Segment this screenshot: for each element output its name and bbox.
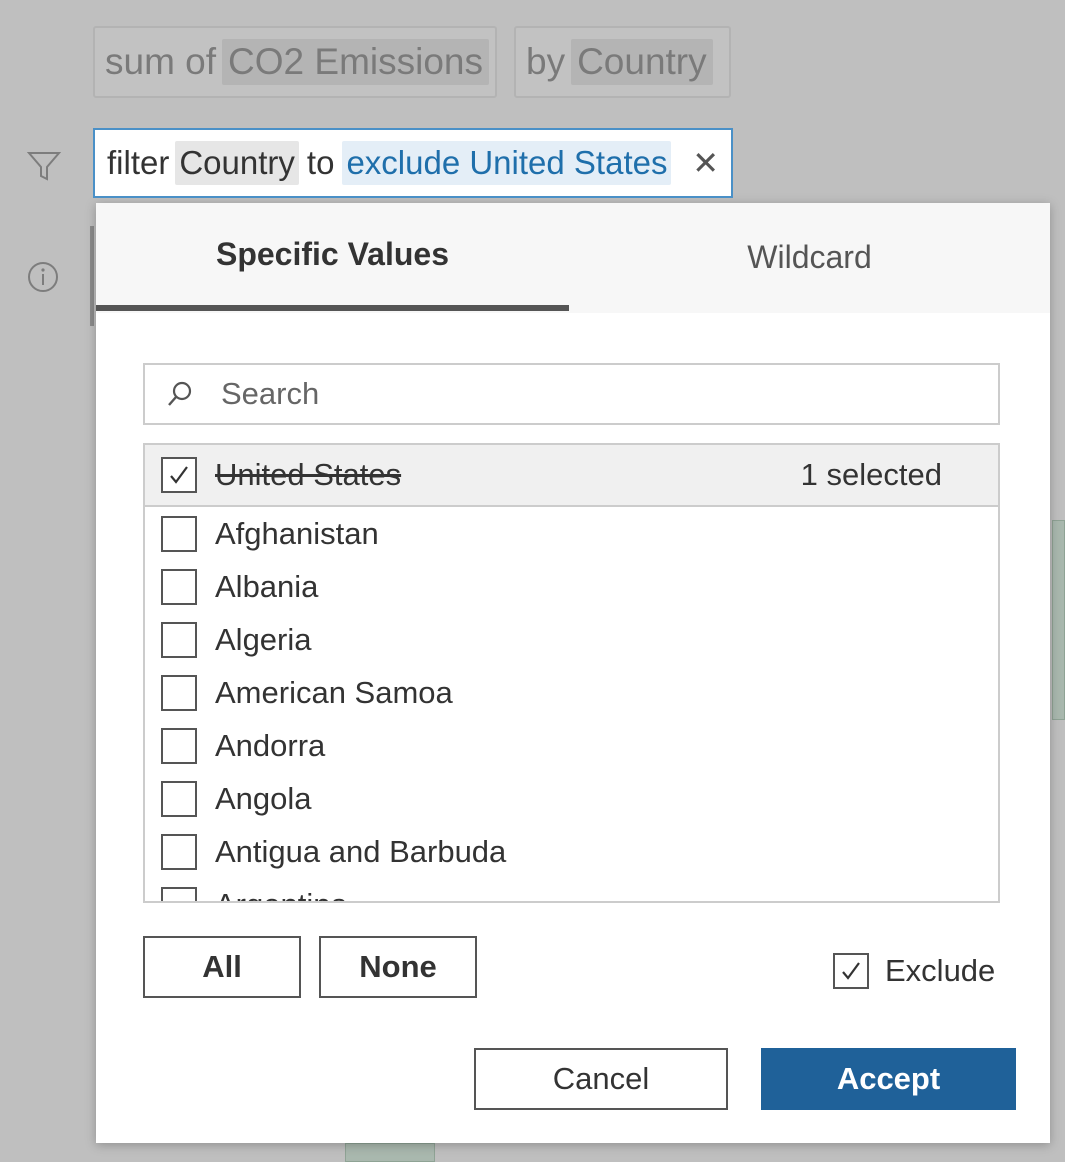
checkmark-icon bbox=[170, 466, 188, 484]
item-checkbox[interactable] bbox=[161, 674, 197, 711]
list-item-label: Afghanistan bbox=[215, 515, 379, 551]
filter-dialog: Specific Values Wildcard United States 1… bbox=[96, 203, 1050, 1143]
list-item-label: Algeria bbox=[215, 621, 312, 657]
item-checkbox[interactable] bbox=[161, 833, 197, 870]
map-fragment bbox=[1052, 520, 1065, 720]
list-item[interactable]: Argentina bbox=[145, 878, 998, 902]
pill-prefix: by bbox=[526, 41, 566, 82]
select-all-button[interactable]: All bbox=[143, 936, 301, 998]
list-item-label: Antigua and Barbuda bbox=[215, 833, 507, 869]
item-checkbox[interactable] bbox=[161, 727, 197, 764]
list-item[interactable]: Antigua and Barbuda bbox=[145, 825, 998, 878]
filter-expression-field[interactable]: filter Country to exclude United States … bbox=[93, 128, 733, 198]
selected-count: 1 selected bbox=[800, 457, 942, 492]
list-item[interactable]: Andorra bbox=[145, 719, 998, 772]
map-fragment bbox=[345, 1143, 435, 1162]
item-checkbox[interactable] bbox=[161, 568, 197, 605]
list-item-label: Angola bbox=[215, 780, 312, 816]
list-item-label: Argentina bbox=[215, 887, 348, 902]
accept-button[interactable]: Accept bbox=[761, 1048, 1016, 1110]
list-item[interactable]: Afghanistan bbox=[145, 507, 998, 560]
exclude-toggle[interactable]: Exclude bbox=[833, 953, 995, 989]
list-item[interactable]: Algeria bbox=[145, 613, 998, 666]
item-checkbox[interactable] bbox=[161, 515, 197, 552]
filter-value-chip[interactable]: exclude United States bbox=[342, 141, 672, 185]
search-icon bbox=[168, 381, 192, 406]
info-icon[interactable] bbox=[24, 258, 62, 296]
list-item-label: Andorra bbox=[215, 727, 326, 763]
list-item-label: American Samoa bbox=[215, 674, 453, 710]
item-checkbox[interactable] bbox=[161, 621, 197, 658]
tab-wildcard[interactable]: Wildcard bbox=[569, 203, 1050, 311]
list-item[interactable]: American Samoa bbox=[145, 666, 998, 719]
dimension-pill[interactable]: by Country bbox=[514, 26, 731, 98]
search-input[interactable] bbox=[221, 376, 981, 412]
filter-icon bbox=[24, 146, 64, 186]
item-checkbox[interactable] bbox=[161, 886, 197, 901]
measure-pill[interactable]: sum of CO2 Emissions bbox=[93, 26, 497, 98]
close-icon[interactable]: ✕ bbox=[692, 144, 719, 182]
exclude-checkbox[interactable] bbox=[833, 953, 869, 989]
pill-field: CO2 Emissions bbox=[222, 39, 489, 85]
selected-checkbox[interactable] bbox=[161, 457, 197, 493]
selected-values-header[interactable]: United States 1 selected bbox=[145, 445, 998, 507]
list-item-label: Albania bbox=[215, 568, 319, 604]
item-checkbox[interactable] bbox=[161, 780, 197, 817]
checkmark-icon bbox=[842, 962, 860, 980]
select-none-button[interactable]: None bbox=[319, 936, 477, 998]
pill-prefix: sum of bbox=[105, 41, 217, 82]
search-field[interactable] bbox=[143, 363, 1000, 425]
exclude-label: Exclude bbox=[885, 953, 996, 988]
filter-keyword: filter bbox=[107, 144, 170, 181]
values-list[interactable]: United States 1 selected Afghanistan Alb… bbox=[143, 443, 1000, 903]
tab-bar: Specific Values Wildcard bbox=[96, 203, 1050, 313]
cancel-button[interactable]: Cancel bbox=[474, 1048, 728, 1110]
list-item[interactable]: Albania bbox=[145, 560, 998, 613]
pill-field: Country bbox=[571, 39, 713, 85]
filter-field-chip: Country bbox=[175, 141, 299, 185]
list-item[interactable]: Angola bbox=[145, 772, 998, 825]
panel-divider bbox=[90, 226, 94, 326]
tab-specific-values[interactable]: Specific Values bbox=[96, 203, 569, 311]
selected-value-label: United States bbox=[215, 457, 402, 492]
filter-to-keyword: to bbox=[306, 144, 335, 181]
